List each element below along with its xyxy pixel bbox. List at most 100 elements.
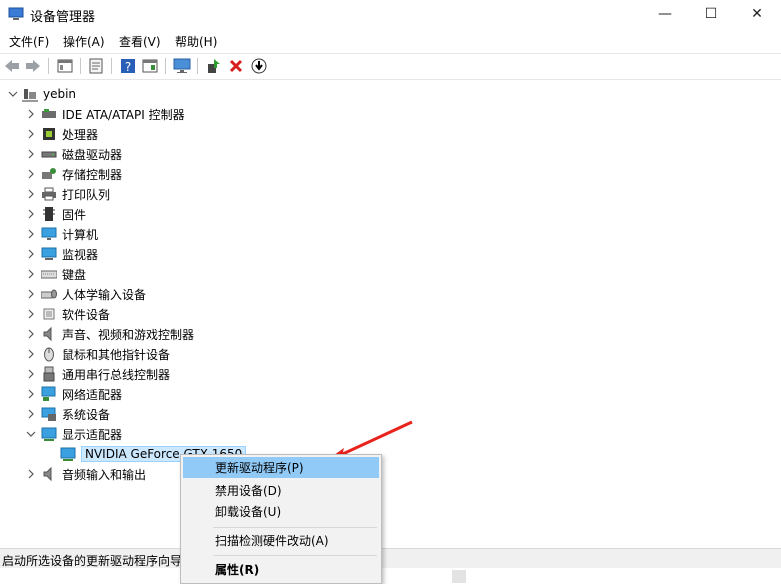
window-title: 设备管理器 (30, 10, 96, 25)
expand-chevron[interactable] (26, 309, 36, 319)
expand-chevron[interactable] (26, 109, 36, 119)
toolbar-separator (197, 58, 198, 74)
expand-chevron[interactable] (26, 269, 36, 279)
toolbar-separator (80, 58, 81, 74)
forward-button[interactable] (24, 57, 42, 75)
expand-chevron[interactable] (26, 469, 36, 479)
collapse-chevron[interactable] (8, 89, 18, 99)
software-device-icon (43, 308, 55, 320)
tree-item-software[interactable]: 软件设备 (41, 304, 110, 324)
disk-drive-icon (41, 151, 57, 158)
action-pane-icon (142, 59, 158, 73)
collapse-chevron[interactable] (26, 429, 36, 439)
expand-chevron[interactable] (26, 329, 36, 339)
tree-item-sound[interactable]: 声音、视频和游戏控制器 (41, 324, 194, 344)
download-toolbar-button[interactable] (250, 57, 268, 75)
down-arrow-circle-icon (251, 58, 267, 74)
show-hide-console-tree-button[interactable] (56, 57, 74, 75)
properties-icon (89, 58, 103, 74)
menu-view[interactable]: 查看(V) (119, 33, 161, 50)
tree-item-computer[interactable]: 计算机 (41, 224, 98, 244)
expand-chevron[interactable] (26, 349, 36, 359)
tree-item-audio-io[interactable]: 音频输入和输出 (41, 464, 146, 484)
menu-bar: 文件(F) 操作(A) 查看(V) 帮助(H) (0, 30, 781, 52)
audio-io-icon (43, 466, 52, 482)
scan-hardware-menu-item[interactable]: 扫描检测硬件改动(A) (183, 530, 379, 551)
expand-chevron[interactable] (26, 369, 36, 379)
tree-item-label: 计算机 (62, 227, 99, 242)
tree-item-system[interactable]: 系统设备 (41, 404, 110, 424)
update-driver-label: 更新驱动程序(P) (215, 461, 304, 475)
scroll-thumb[interactable] (452, 570, 466, 583)
scan-hardware-toolbar-button[interactable] (173, 57, 191, 75)
display-adapter-icon (60, 447, 76, 461)
title-bar: 设备管理器 — ☐ ✕ (0, 0, 781, 28)
chevron-right-icon (28, 169, 34, 179)
status-bar: 启动所选设备的更新驱动程序向导 (0, 548, 781, 569)
chevron-right-icon (28, 469, 34, 479)
expand-chevron[interactable] (26, 249, 36, 259)
tree-item-firmware[interactable]: 固件 (41, 204, 86, 224)
tree-item-storage[interactable]: 存储控制器 (41, 164, 122, 184)
menu-separator (213, 527, 377, 528)
toolbar: ? (0, 53, 781, 80)
tree-root-label: yebin (43, 87, 77, 101)
tree-item-label: 显示适配器 (62, 427, 123, 442)
monitor-scan-icon (173, 58, 191, 73)
storage-controller-icon (42, 168, 56, 179)
help-button[interactable]: ? (119, 57, 137, 75)
expand-chevron[interactable] (26, 209, 36, 219)
expand-chevron[interactable] (26, 189, 36, 199)
close-button[interactable]: ✕ (734, 0, 780, 28)
tree-item-disk[interactable]: 磁盘驱动器 (41, 144, 122, 164)
help-icon: ? (121, 59, 135, 74)
tree-item-display[interactable]: 显示适配器 (41, 424, 122, 444)
tree-item-printer[interactable]: 打印队列 (41, 184, 110, 204)
computer-network-icon (22, 89, 38, 102)
tree-root-computer[interactable]: yebin (22, 84, 76, 104)
properties-label: 属性(R) (215, 563, 260, 577)
minimize-button[interactable]: — (642, 0, 688, 28)
status-text: 启动所选设备的更新驱动程序向导 (2, 554, 183, 568)
tree-item-monitor[interactable]: 监视器 (41, 244, 98, 264)
uninstall-device-menu-item[interactable]: 卸载设备(U) (183, 501, 379, 522)
ide-controller-icon (42, 109, 56, 118)
expand-chevron[interactable] (26, 289, 36, 299)
tree-item-label: 磁盘驱动器 (62, 147, 123, 162)
tree-item-usb[interactable]: 通用串行总线控制器 (41, 364, 170, 384)
menu-file[interactable]: 文件(F) (9, 33, 49, 50)
tree-item-label: 系统设备 (62, 407, 111, 422)
tree-item-label: 键盘 (62, 267, 87, 282)
tree-item-keyboard[interactable]: 键盘 (41, 264, 86, 284)
expand-chevron[interactable] (26, 229, 36, 239)
properties-toolbar-button[interactable] (87, 57, 105, 75)
tree-item-processor[interactable]: 处理器 (41, 124, 98, 144)
tree-item-network[interactable]: 网络适配器 (41, 384, 122, 404)
expand-chevron[interactable] (26, 149, 36, 159)
back-button[interactable] (3, 57, 21, 75)
expand-chevron[interactable] (26, 169, 36, 179)
tree-item-ide[interactable]: IDE ATA/ATAPI 控制器 (41, 104, 185, 124)
maximize-button[interactable]: ☐ (688, 0, 734, 28)
tree-item-label: 固件 (62, 207, 87, 222)
menu-help[interactable]: 帮助(H) (175, 33, 217, 50)
action-pane-button[interactable] (141, 57, 159, 75)
tree-item-label: 存储控制器 (62, 167, 123, 182)
processor-icon (43, 128, 55, 140)
console-tree-icon (57, 59, 73, 73)
expand-chevron[interactable] (26, 409, 36, 419)
disable-device-menu-item[interactable]: 禁用设备(D) (183, 480, 379, 501)
tree-item-hid[interactable]: 人体学输入设备 (41, 284, 146, 304)
expand-chevron[interactable] (26, 129, 36, 139)
tree-item-label: 通用串行总线控制器 (62, 367, 171, 382)
update-driver-menu-item[interactable]: 更新驱动程序(P) (183, 457, 379, 478)
chevron-right-icon (28, 369, 34, 379)
update-driver-toolbar-button[interactable] (204, 57, 222, 75)
chevron-right-icon (28, 389, 34, 399)
properties-menu-item[interactable]: 属性(R) (183, 559, 379, 580)
update-driver-icon (208, 59, 220, 73)
uninstall-toolbar-button[interactable] (227, 57, 245, 75)
menu-action[interactable]: 操作(A) (63, 33, 105, 50)
tree-item-mouse[interactable]: 鼠标和其他指针设备 (41, 344, 170, 364)
expand-chevron[interactable] (26, 389, 36, 399)
